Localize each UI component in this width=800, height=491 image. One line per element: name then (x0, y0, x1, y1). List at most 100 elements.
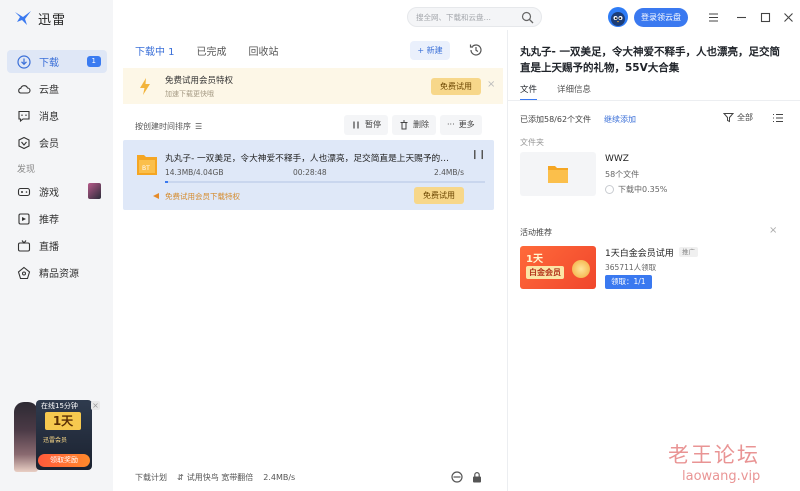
folder-name[interactable]: WWZ (605, 154, 629, 164)
maximize-icon[interactable] (758, 10, 772, 24)
list-view-icon[interactable] (772, 112, 784, 124)
folder-file-count: 58个文件 (605, 170, 640, 179)
sort-icon: ☰ (195, 122, 203, 131)
lock-icon[interactable] (471, 471, 483, 483)
promo-close-icon[interactable]: × (91, 401, 100, 410)
bt-file-icon: BT (137, 155, 157, 175)
history-icon[interactable] (468, 42, 484, 58)
minimize-icon[interactable] (734, 10, 748, 24)
sort-label: 按创建时间排序 (135, 122, 191, 131)
sidebar-item-label: 下载 (39, 58, 59, 69)
tab-recycle-bin[interactable]: 回收站 (249, 43, 279, 59)
tab-downloading[interactable]: 下载中 1 (135, 43, 175, 59)
sidebar-item-label: 精品资源 (39, 269, 79, 280)
folder-status-text: 下载中0.35% (618, 185, 668, 194)
sidebar-item-label: 云盘 (39, 85, 59, 96)
sidebar-item-download[interactable]: 下载 1 (7, 50, 107, 73)
pause-button[interactable]: 暂停 (344, 115, 388, 135)
folder-status: 下载中0.35% (605, 184, 667, 195)
avatar[interactable] (608, 7, 628, 27)
sidebar-item-label: 直播 (39, 242, 59, 253)
more-icon: ··· (447, 120, 455, 129)
filter-dropdown[interactable]: 全部 (723, 112, 753, 123)
svg-text:BT: BT (142, 165, 150, 172)
tab-files[interactable]: 文件 (520, 83, 538, 101)
claim-reward-button[interactable]: 领取奖励 (38, 454, 90, 467)
download-task-row[interactable]: BT 丸丸子- 一双美足，令大神爱不释手，人也漂亮，足交简直是上天赐予的… ❙❙… (123, 140, 494, 210)
lightning-icon (140, 78, 150, 95)
divider (508, 100, 800, 101)
download-pane: 下载中 1 已完成 回收站 + 新建 免费试用会员特权 加速下载更快哦 免费试用… (113, 30, 507, 491)
activity-image[interactable]: 1天 白金会员 (520, 246, 596, 289)
sidebar-item-label: 消息 (39, 112, 59, 123)
sidebar-item-cloud[interactable]: 云盘 (7, 77, 107, 100)
watermark-title: 老王论坛 (668, 443, 760, 467)
game-icon (17, 185, 31, 199)
online-reward-promo[interactable]: 在线15分钟 1天 迅雷会员 领取奖励 × (14, 398, 100, 472)
live-icon (17, 239, 31, 253)
free-trial-button[interactable]: 免费试用 (431, 78, 481, 95)
sidebar-item-live[interactable]: 直播 (7, 234, 107, 257)
filter-icon (723, 113, 734, 123)
menu-icon[interactable] (706, 10, 720, 24)
search-icon[interactable] (521, 11, 534, 24)
sidebar-item-resource[interactable]: 精品资源 (7, 261, 107, 284)
sidebar-item-recommend[interactable]: 推荐 (7, 207, 107, 230)
search-input[interactable] (416, 11, 516, 24)
more-button[interactable]: ··· 更多 (440, 115, 482, 135)
message-icon (17, 109, 31, 123)
trash-icon (400, 120, 408, 130)
browser-icon[interactable] (451, 471, 463, 483)
task-progress-fill (165, 181, 169, 183)
task-free-trial-button[interactable]: 免费试用 (414, 187, 464, 204)
sidebar-item-game[interactable]: 游戏 (7, 180, 107, 203)
task-pause-icon[interactable]: ❙❙ (471, 150, 486, 160)
task-speed: 2.4MB/s (434, 168, 464, 177)
task-name: 丸丸子- 一双美足，令大神爱不释手，人也漂亮，足交简直是上天赐予的… (165, 154, 449, 164)
vip-arrow-icon (153, 193, 159, 199)
task-size: 14.3MB/4.04GB (165, 168, 224, 177)
download-tabs: 下载中 1 已完成 回收站 (135, 43, 301, 59)
files-added-count: 已添加58/62个文件 (520, 115, 592, 124)
activity-title[interactable]: 1天白金会员试用 (605, 246, 674, 259)
search-box[interactable] (407, 7, 542, 27)
vip-trial-banner: 免费试用会员特权 加速下载更快哦 免费试用 × (123, 68, 503, 104)
folder-thumbnail[interactable] (520, 152, 596, 196)
app-name: 迅雷 (38, 12, 67, 28)
recommend-icon (17, 212, 31, 226)
claim-button[interactable]: 领取：1/1 (605, 275, 652, 289)
cloud-icon (17, 82, 31, 96)
login-button[interactable]: 登录领云盘 (634, 8, 688, 27)
sidebar-item-label: 会员 (39, 139, 59, 150)
continue-add-link[interactable]: 继续添加 (604, 114, 636, 125)
folder-section-label: 文件夹 (520, 138, 544, 147)
bird-avatar-icon (611, 12, 625, 26)
banner-close-icon[interactable]: × (487, 79, 495, 90)
discover-section-label: 发现 (17, 165, 36, 175)
app-logo: 迅雷 (14, 8, 66, 28)
promo-subtitle: 迅雷会员 (43, 437, 68, 444)
new-task-button[interactable]: + 新建 (410, 41, 450, 60)
task-progress-bar (165, 181, 485, 183)
download-plan-link[interactable]: 下载计划 (135, 472, 167, 483)
thunder-bird-icon (15, 11, 31, 25)
filter-label: 全部 (737, 113, 753, 122)
delete-button[interactable]: 删除 (392, 115, 436, 135)
speed-boost-icon: ⇵ (177, 473, 184, 482)
download-icon (17, 54, 31, 69)
tab-details[interactable]: 详细信息 (557, 83, 591, 101)
progress-ring-icon (605, 185, 614, 194)
sidebar-item-member[interactable]: 会员 (7, 131, 107, 154)
speed-boost-link[interactable]: 试用快鸟 宽带翻倍 (187, 472, 254, 483)
sidebar-item-message[interactable]: 消息 (7, 104, 107, 127)
vip-banner-title: 免费试用会员特权 (165, 76, 234, 86)
task-remaining-time: 00:28:48 (293, 168, 327, 177)
resource-icon (17, 266, 31, 280)
pause-icon (353, 121, 359, 129)
sort-dropdown[interactable]: 按创建时间排序 ☰ (135, 121, 202, 132)
ad-badge: 推广 (679, 247, 698, 257)
close-icon[interactable] (781, 10, 795, 24)
tab-completed[interactable]: 已完成 (197, 43, 227, 59)
promo-character-image (14, 402, 38, 472)
activity-close-icon[interactable]: × (769, 225, 777, 236)
